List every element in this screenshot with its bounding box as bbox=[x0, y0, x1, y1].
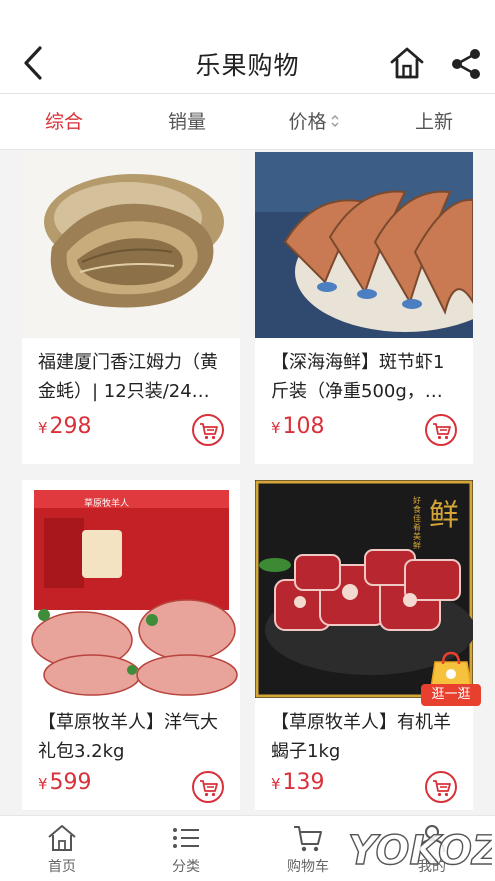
product-name-line1: 【草原牧羊人】洋气大 bbox=[38, 712, 218, 733]
list-icon bbox=[173, 828, 199, 848]
product-name: 【深海海鲜】斑节虾1 斤装（净重500g，约... bbox=[271, 348, 459, 406]
currency-symbol: ¥ bbox=[271, 419, 281, 437]
add-to-cart-button[interactable] bbox=[192, 414, 224, 446]
nav-cart-label: 购物车 bbox=[287, 859, 329, 875]
cart-icon bbox=[433, 780, 451, 797]
browse-label: 逛一逛 bbox=[421, 684, 481, 706]
home-icon[interactable] bbox=[388, 44, 426, 82]
cart-icon bbox=[433, 423, 451, 440]
nav-category[interactable]: 分类 bbox=[141, 816, 231, 881]
product-price: ¥298 bbox=[38, 414, 92, 439]
product-image-oyster bbox=[22, 152, 240, 338]
product-card[interactable]: 福建厦门香江姆力（黄 金蚝）| 12只装/24只... ¥298 bbox=[22, 152, 240, 464]
cart-icon bbox=[200, 423, 218, 440]
top-bar: 乐果购物 bbox=[0, 0, 495, 94]
price-value: 139 bbox=[282, 770, 325, 795]
home-icon bbox=[48, 825, 76, 851]
product-name-line2: 礼包3.2kg bbox=[38, 741, 125, 762]
currency-symbol: ¥ bbox=[38, 419, 48, 437]
product-name: 福建厦门香江姆力（黄 金蚝）| 12只装/24只... bbox=[38, 348, 226, 406]
nav-cart[interactable]: 购物车 bbox=[263, 816, 353, 881]
cart-icon bbox=[200, 780, 218, 797]
sort-tabs: 综合 销量 价格 上新 bbox=[0, 94, 495, 150]
price-value: 599 bbox=[49, 770, 92, 795]
price-value: 298 bbox=[49, 414, 92, 439]
product-card[interactable]: 【深海海鲜】斑节虾1 斤装（净重500g，约... ¥108 bbox=[255, 152, 473, 464]
add-to-cart-button[interactable] bbox=[425, 414, 457, 446]
tab-comprehensive[interactable]: 综合 bbox=[22, 94, 106, 150]
product-name: 【草原牧羊人】洋气大 礼包3.2kg bbox=[38, 708, 226, 766]
nav-home-label: 首页 bbox=[48, 859, 76, 875]
product-card[interactable]: 鲜 好食佳肴美鲜 【草原牧羊人】有机羊 蝎子1kg ¥139 bbox=[255, 480, 473, 810]
sort-arrows-icon bbox=[331, 114, 338, 127]
product-name-line2: 斤装（净重500g，约... bbox=[271, 381, 459, 402]
tab-sales[interactable]: 销量 bbox=[145, 94, 229, 150]
product-name-line1: 【草原牧羊人】有机羊 bbox=[271, 712, 451, 733]
slogan-small: 好食佳肴美鲜 bbox=[413, 496, 421, 550]
nav-category-label: 分类 bbox=[172, 859, 200, 875]
product-name: 【草原牧羊人】有机羊 蝎子1kg bbox=[271, 708, 459, 766]
add-to-cart-button[interactable] bbox=[192, 771, 224, 803]
add-to-cart-button[interactable] bbox=[425, 771, 457, 803]
product-card[interactable]: 草原牧羊人 【草原牧羊人】洋气大 礼包3.2kg ¥599 bbox=[22, 480, 240, 810]
product-price: ¥108 bbox=[271, 414, 325, 439]
product-name-line2: 蝎子1kg bbox=[271, 741, 341, 762]
product-image-shrimp bbox=[255, 152, 473, 338]
gift-box-brand-text: 草原牧羊人 bbox=[84, 499, 130, 509]
product-price: ¥139 bbox=[271, 770, 325, 795]
currency-symbol: ¥ bbox=[271, 775, 281, 793]
slogan-char: 鲜 bbox=[429, 498, 459, 533]
browse-floating-button[interactable]: 逛一逛 bbox=[421, 650, 481, 706]
nav-home[interactable]: 首页 bbox=[17, 816, 107, 881]
product-name-line1: 福建厦门香江姆力（黄 bbox=[38, 352, 218, 373]
price-value: 108 bbox=[282, 414, 325, 439]
tab-price-label: 价格 bbox=[288, 111, 327, 133]
cart-icon bbox=[294, 826, 322, 852]
svg-text:YOKOZ: YOKOZ bbox=[348, 828, 492, 874]
tab-price[interactable]: 价格 bbox=[272, 94, 356, 150]
share-icon[interactable] bbox=[448, 46, 484, 82]
product-name-line1: 【深海海鲜】斑节虾1 bbox=[271, 352, 445, 373]
product-price: ¥599 bbox=[38, 770, 92, 795]
watermark-logo: YOKOZ bbox=[347, 827, 492, 874]
app-screen: 乐果购物 综合 销量 价格 上新 福建厦门香江姆力（黄 金蚝）| 12只装/24… bbox=[0, 0, 495, 881]
product-image-lamb-gift-box bbox=[22, 480, 240, 698]
product-name-line2: 金蚝）| 12只装/24只... bbox=[38, 381, 226, 402]
tab-new[interactable]: 上新 bbox=[392, 94, 476, 150]
currency-symbol: ¥ bbox=[38, 775, 48, 793]
